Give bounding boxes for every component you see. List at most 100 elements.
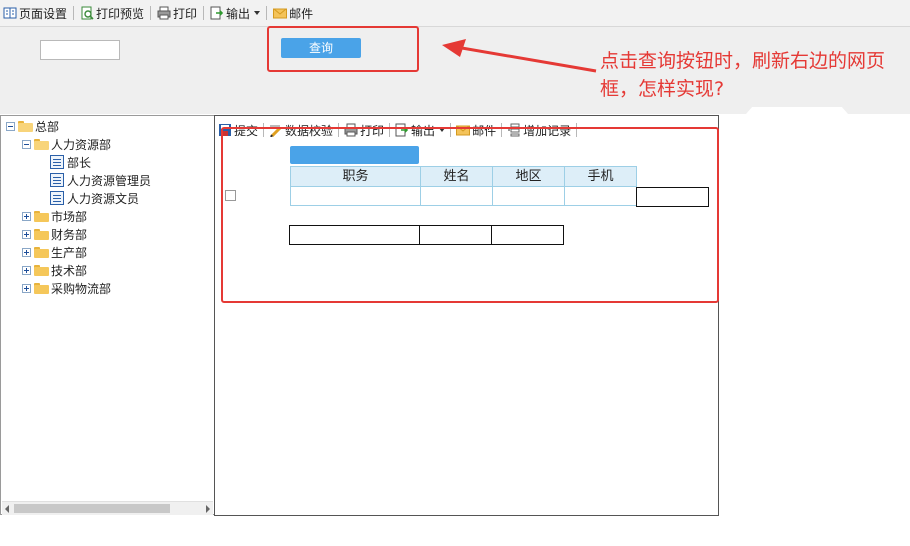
name-input-cell[interactable] <box>420 186 493 206</box>
toolbar-separator <box>203 6 205 20</box>
folder-icon <box>34 210 49 222</box>
expand-icon[interactable] <box>22 283 31 293</box>
tree-node-label: 部长 <box>67 155 92 170</box>
chevron-down-icon <box>439 128 446 132</box>
add-record-label: 增加记录 <box>523 123 572 138</box>
document-icon <box>50 173 64 187</box>
toolbar-separator <box>263 123 265 137</box>
validate-icon <box>269 123 283 138</box>
scrollbar-thumb[interactable] <box>14 504 170 513</box>
tree-node-department[interactable]: 技术部 <box>22 261 87 279</box>
tree-node-label: 技术部 <box>51 263 88 278</box>
tree-node-department[interactable]: 生产部 <box>22 243 87 261</box>
report-toolbar: 页面设置 打印预览 打印 输出 邮件 <box>0 0 910 27</box>
print-label: 打印 <box>173 6 198 21</box>
chevron-down-icon <box>254 11 261 15</box>
query-button[interactable]: 查询 <box>281 38 361 58</box>
toolbar-separator <box>266 6 268 20</box>
table-cell[interactable] <box>491 225 564 245</box>
printer-icon <box>344 123 358 137</box>
tree-leaf[interactable]: 部长 <box>50 153 91 171</box>
toolbar-separator <box>389 123 391 137</box>
expand-icon[interactable] <box>22 247 31 257</box>
tree-node-label: 人力资源部 <box>51 137 112 152</box>
export-label: 输出 <box>411 123 436 138</box>
tree-node-department[interactable]: 财务部 <box>22 225 87 243</box>
tree-node-department[interactable]: 市场部 <box>22 207 87 225</box>
page-setup-button[interactable]: 页面设置 <box>0 2 70 24</box>
mail-label: 邮件 <box>472 123 497 138</box>
page-setup-label: 页面设置 <box>19 6 68 21</box>
print-button[interactable]: 打印 <box>154 2 200 24</box>
mail-button[interactable]: 邮件 <box>270 2 316 24</box>
tree-node-label: 人力资源管理员 <box>67 173 152 188</box>
expand-icon[interactable] <box>22 211 31 221</box>
export-menu-button[interactable]: 输出 <box>207 2 263 24</box>
toolbar-separator <box>73 6 75 20</box>
tree-node-department[interactable]: 采购物流部 <box>22 279 111 297</box>
mail-button[interactable]: 邮件 <box>454 119 498 141</box>
toolbar-separator <box>450 123 452 137</box>
validate-label: 数据校验 <box>285 123 334 138</box>
page-setup-icon <box>3 6 17 20</box>
tree-node-root[interactable]: 总部 <box>6 117 59 135</box>
folder-open-icon <box>18 120 33 132</box>
collapse-icon[interactable] <box>6 121 15 131</box>
table-cell[interactable] <box>289 225 420 245</box>
mobile-input-cell[interactable] <box>564 186 637 206</box>
tree-node-label: 生产部 <box>51 245 88 260</box>
tree-node-label: 财务部 <box>51 227 88 242</box>
expand-icon[interactable] <box>22 265 31 275</box>
query-panel: 查询 点击查询按钮时，刷新右边的网页框，怎样实现? <box>0 26 910 115</box>
printer-icon <box>157 6 171 20</box>
region-input-cell[interactable] <box>492 186 565 206</box>
extra-cell[interactable] <box>636 187 709 207</box>
add-record-icon <box>507 123 521 137</box>
submit-button[interactable]: 提交 <box>216 119 260 141</box>
document-icon <box>50 155 64 169</box>
export-icon <box>210 6 224 20</box>
tree-leaf[interactable]: 人力资源文员 <box>50 189 139 207</box>
content-iframe: 提交 数据校验 打印 输出 邮件 增加记录 职务 姓名 地区 手机 <box>214 115 719 516</box>
folder-icon <box>34 228 49 240</box>
scroll-left-icon[interactable] <box>5 505 9 513</box>
position-input-cell[interactable] <box>290 186 421 206</box>
expand-icon[interactable] <box>22 229 31 239</box>
folder-icon <box>34 282 49 294</box>
save-icon <box>218 123 232 137</box>
scroll-right-icon[interactable] <box>206 505 210 513</box>
mail-label: 邮件 <box>289 6 314 21</box>
form-header-bar <box>290 146 419 164</box>
validate-button[interactable]: 数据校验 <box>267 119 335 141</box>
mail-icon <box>273 6 288 20</box>
tree-node-label: 市场部 <box>51 209 88 224</box>
export-label: 输出 <box>226 6 251 21</box>
horizontal-scrollbar[interactable] <box>2 501 213 515</box>
column-header-position: 职务 <box>290 166 421 187</box>
column-header-name: 姓名 <box>420 166 493 187</box>
export-menu-button[interactable]: 输出 <box>393 119 447 141</box>
toolbar-separator <box>501 123 503 137</box>
form-toolbar: 提交 数据校验 打印 输出 邮件 增加记录 <box>216 119 716 141</box>
tree-node-hr[interactable]: 人力资源部 <box>22 135 111 153</box>
table-cell[interactable] <box>419 225 492 245</box>
toolbar-separator <box>338 123 340 137</box>
submit-label: 提交 <box>234 123 259 138</box>
tree-node-label: 总部 <box>35 119 60 134</box>
collapse-icon[interactable] <box>22 139 31 149</box>
annotation-arrow-icon <box>442 39 597 73</box>
folder-icon <box>34 246 49 258</box>
tab-shape <box>745 107 849 115</box>
mail-icon <box>456 123 471 137</box>
document-icon <box>50 191 64 205</box>
query-input[interactable] <box>40 40 120 60</box>
print-preview-button[interactable]: 打印预览 <box>77 2 147 24</box>
tree-leaf[interactable]: 人力资源管理员 <box>50 171 151 189</box>
add-record-button[interactable]: 增加记录 <box>505 119 573 141</box>
print-button[interactable]: 打印 <box>342 119 386 141</box>
row-checkbox[interactable] <box>225 190 236 201</box>
annotation-text: 点击查询按钮时，刷新右边的网页框，怎样实现? <box>600 50 886 100</box>
export-icon <box>395 123 409 137</box>
department-tree: 总部 人力资源部 部长 人力资源管理员 人力资源文员 市场部 财务部 生产部 技… <box>0 115 214 515</box>
folder-open-icon <box>34 138 49 150</box>
